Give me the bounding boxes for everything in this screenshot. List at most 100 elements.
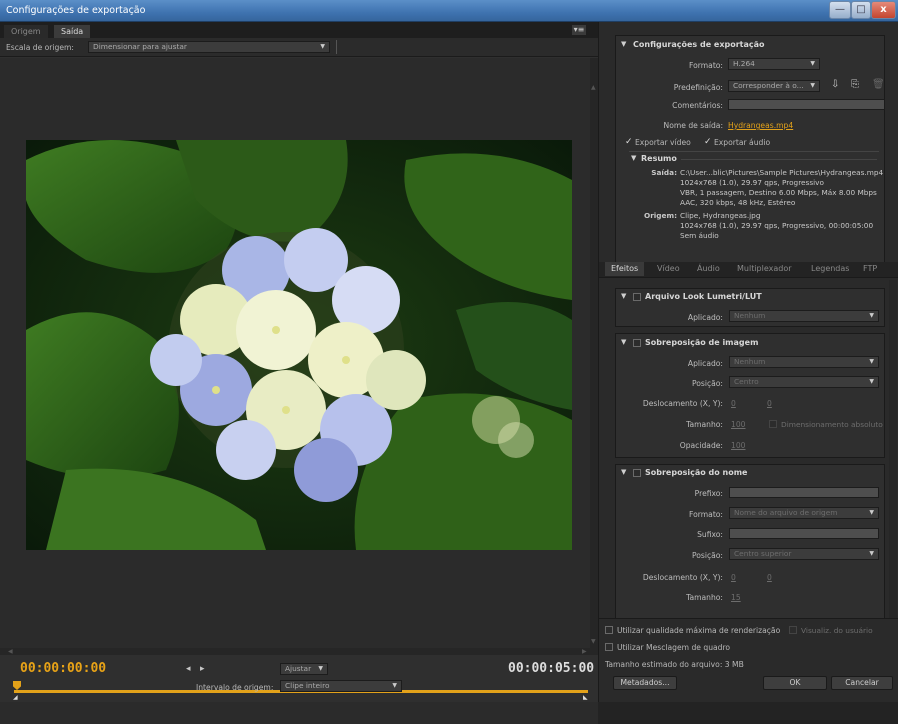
image-opacity-value[interactable]: 100 xyxy=(731,441,746,450)
suffix-field[interactable] xyxy=(729,528,879,539)
current-timecode[interactable]: 00:00:00:00 xyxy=(20,661,106,676)
name-offset-y[interactable]: 0 xyxy=(767,573,772,582)
ok-button[interactable]: OK xyxy=(763,676,827,690)
format-dropdown[interactable]: H.264 ▼ xyxy=(728,58,820,70)
image-offset-y[interactable]: 0 xyxy=(767,399,772,408)
chevron-down-icon: ▼ xyxy=(869,550,874,557)
tab-origem[interactable]: Origem xyxy=(4,25,48,38)
frame-blend-checkbox[interactable] xyxy=(605,643,613,651)
preset-value: Corresponder à o... xyxy=(733,81,804,90)
collapse-triangle-icon[interactable]: ▼ xyxy=(621,40,626,48)
metadata-button[interactable]: Metadados... xyxy=(613,676,677,690)
scroll-right-icon[interactable]: ▶ xyxy=(582,648,587,655)
source-range-dropdown[interactable]: Clipe inteiro ▼ xyxy=(280,680,402,692)
close-icon: x xyxy=(880,4,887,15)
minimize-icon: — xyxy=(835,4,845,15)
save-preset-icon[interactable]: ⇩ xyxy=(831,79,839,90)
lumetri-applied-dropdown[interactable]: Nenhum ▼ xyxy=(729,310,879,322)
name-position-dropdown[interactable]: Centro superior ▼ xyxy=(729,548,879,560)
image-offset-x[interactable]: 0 xyxy=(731,399,736,408)
preview-panel: Origem Saída ▾≡ Escala de origem: Dimens… xyxy=(0,22,598,724)
collapse-triangle-icon[interactable]: ▼ xyxy=(631,154,636,162)
summary-source-text: Clipe, Hydrangeas.jpg 1024x768 (1.0), 29… xyxy=(680,211,873,241)
name-overlay-checkbox[interactable] xyxy=(633,469,641,477)
preview-image xyxy=(26,140,572,550)
prefix-field[interactable] xyxy=(729,487,879,498)
import-preset-icon[interactable]: ⎘ xyxy=(851,79,859,90)
horizontal-scrollbar[interactable]: ◀ ▶ xyxy=(0,648,598,655)
preset-label: Predefinição: xyxy=(673,83,723,92)
summary-source-label: Origem: xyxy=(644,211,677,220)
image-applied-label: Aplicado: xyxy=(687,359,723,368)
tab-video[interactable]: Vídeo xyxy=(651,262,686,276)
estimated-size: Tamanho estimado do arquivo: 3 MB xyxy=(605,660,744,669)
in-point-icon[interactable]: ◢ xyxy=(13,694,18,701)
collapse-triangle-icon[interactable]: ▼ xyxy=(621,338,626,346)
panel-menu-icon[interactable]: ▾≡ xyxy=(572,25,586,35)
scroll-down-icon[interactable]: ▼ xyxy=(591,638,596,645)
export-audio-checkbox[interactable]: ✓ xyxy=(704,137,712,147)
effects-scrollbar[interactable] xyxy=(889,280,897,632)
image-offset-label: Deslocamento (X, Y): xyxy=(642,399,723,408)
end-timecode: 00:00:05:00 xyxy=(508,661,595,676)
scroll-up-icon[interactable]: ▲ xyxy=(591,84,596,91)
name-offset-x[interactable]: 0 xyxy=(731,573,736,582)
user-preview-checkbox[interactable] xyxy=(789,626,797,634)
comments-label: Comentários: xyxy=(672,101,723,110)
user-preview-label: Visualiz. do usuário xyxy=(801,626,873,635)
export-video-checkbox[interactable]: ✓ xyxy=(625,137,633,147)
image-size-value[interactable]: 100 xyxy=(731,420,746,429)
delete-preset-icon[interactable]: 🗑 xyxy=(872,79,885,90)
image-position-dropdown[interactable]: Centro ▼ xyxy=(729,376,879,388)
scale-dropdown[interactable]: Dimensionar para ajustar ▼ xyxy=(88,41,330,53)
playhead-handle[interactable] xyxy=(13,681,21,690)
name-offset-label: Deslocamento (X, Y): xyxy=(642,573,723,582)
preset-dropdown[interactable]: Corresponder à o... ▼ xyxy=(728,80,820,92)
absolute-scaling-checkbox[interactable] xyxy=(769,420,777,428)
minimize-button[interactable]: — xyxy=(829,1,851,19)
out-point-icon[interactable]: ◣ xyxy=(583,694,588,701)
tab-saida[interactable]: Saída xyxy=(54,25,91,38)
vertical-scrollbar[interactable]: ▲ ▼ xyxy=(590,58,598,648)
lumetri-checkbox[interactable] xyxy=(633,293,641,301)
tab-multiplexador[interactable]: Multiplexador xyxy=(731,262,798,276)
export-settings-heading: Configurações de exportação xyxy=(633,40,765,49)
name-size-value[interactable]: 15 xyxy=(731,593,741,602)
image-overlay-heading: Sobreposição de imagem xyxy=(645,338,759,347)
mark-in-icon[interactable]: ◂ xyxy=(186,664,191,674)
chevron-down-icon: ▼ xyxy=(810,82,815,89)
fit-dropdown[interactable]: Ajustar ▼ xyxy=(280,663,328,675)
cancel-button[interactable]: Cancelar xyxy=(831,676,893,690)
collapse-triangle-icon[interactable]: ▼ xyxy=(621,468,626,476)
image-opacity-label: Opacidade: xyxy=(679,441,723,450)
image-applied-dropdown[interactable]: Nenhum ▼ xyxy=(729,356,879,368)
output-name-link[interactable]: Hydrangeas.mp4 xyxy=(728,121,793,130)
mark-out-icon[interactable]: ▸ xyxy=(200,664,205,674)
collapse-triangle-icon[interactable]: ▼ xyxy=(621,292,626,300)
max-quality-label: Utilizar qualidade máxima de renderizaçã… xyxy=(617,626,781,635)
chevron-down-icon: ▼ xyxy=(869,312,874,319)
name-format-dropdown[interactable]: Nome do arquivo de origem ▼ xyxy=(729,507,879,519)
summary-line: C:\User...blic\Pictures\Sample Pictures\… xyxy=(680,168,884,177)
chevron-down-icon: ▼ xyxy=(869,358,874,365)
summary-line: Clipe, Hydrangeas.jpg xyxy=(680,211,761,220)
output-name-label: Nome de saída: xyxy=(663,121,723,130)
summary-line: 1024x768 (1.0), 29.97 qps, Progressivo xyxy=(680,178,824,187)
tab-audio[interactable]: Áudio xyxy=(691,262,726,276)
divider xyxy=(629,151,879,152)
source-range-value: Clipe inteiro xyxy=(285,681,330,690)
close-button[interactable]: x xyxy=(871,1,896,19)
comments-field[interactable] xyxy=(728,99,885,110)
image-overlay-checkbox[interactable] xyxy=(633,339,641,347)
absolute-scaling-label: Dimensionamento absoluto xyxy=(781,420,883,429)
source-range-label: Intervalo de origem: xyxy=(196,683,274,692)
maximize-button[interactable]: □ xyxy=(851,1,871,19)
scroll-left-icon[interactable]: ◀ xyxy=(8,648,13,655)
tab-ftp[interactable]: FTP xyxy=(857,262,883,276)
max-quality-checkbox[interactable] xyxy=(605,626,613,634)
tab-efeitos[interactable]: Efeitos xyxy=(605,262,645,276)
chevron-down-icon: ▼ xyxy=(392,682,397,689)
tab-legendas[interactable]: Legendas xyxy=(805,262,855,276)
prefix-label: Prefixo: xyxy=(694,489,723,498)
chevron-down-icon: ▼ xyxy=(810,60,815,67)
